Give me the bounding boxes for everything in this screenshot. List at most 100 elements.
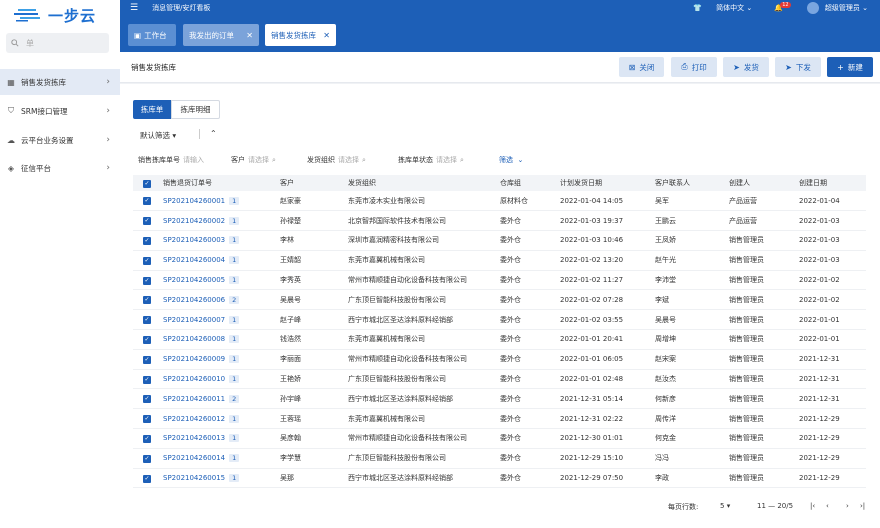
tab-my-orders[interactable]: 我发出的订单 ✕ <box>183 24 259 46</box>
order-code-link[interactable]: SP202104260010 <box>163 375 225 383</box>
order-code-link[interactable]: SP202104260003 <box>163 236 225 244</box>
row-checkbox[interactable]: ✓ <box>133 210 159 232</box>
customer-cell: 孙禄楚 <box>276 210 344 232</box>
row-checkbox[interactable]: ✓ <box>133 408 159 430</box>
order-code-link[interactable]: SP202104260015 <box>163 474 225 482</box>
shirt-icon[interactable]: 👕 <box>693 4 702 12</box>
last-page-icon[interactable]: ›| <box>860 502 865 510</box>
language-select[interactable]: 简体中文 ⌄ <box>716 3 752 13</box>
new-button[interactable]: + 新建 <box>827 57 873 77</box>
sidebar-search[interactable]: 单 <box>6 33 109 53</box>
subtab-pick-order[interactable]: 拣库单 <box>133 100 171 119</box>
avatar[interactable] <box>806 2 819 14</box>
sidebar-item-credit[interactable]: ◈ 征信平台 › <box>0 155 120 181</box>
column-header[interactable]: 销售退货订单号 <box>159 175 276 191</box>
table-row[interactable]: ✓ SP202104260008 1 钱浩然 东莞市嘉翼机械有限公司 委外仓 2022-01… <box>133 329 866 350</box>
subtab-pick-detail[interactable]: 拣库明细 <box>171 100 220 119</box>
user-menu[interactable]: 超级管理员 ⌄ <box>825 3 868 13</box>
tab-workbench[interactable]: ▣ 工作台 <box>128 24 176 46</box>
collapse-icon[interactable]: ⌃ <box>210 129 217 138</box>
row-checkbox[interactable]: ✓ <box>133 270 159 291</box>
close-icon[interactable]: ✕ <box>246 31 253 40</box>
rows-per-page-select[interactable]: 5 ▾ <box>720 502 730 510</box>
order-code-cell: SP202104260013 1 <box>159 428 276 449</box>
order-code-link[interactable]: SP202104260013 <box>163 434 225 442</box>
column-header[interactable]: 仓库组 <box>496 175 556 191</box>
filter-org[interactable]: 发货组织 请选择 ⌕ <box>307 155 366 165</box>
table-row[interactable]: ✓ SP202104260007 1 赵子峰 西宁市城北区圣达涂料原料经销部 委外仓 202… <box>133 309 866 331</box>
row-checkbox[interactable]: ✓ <box>133 329 159 350</box>
column-header[interactable]: 客户 <box>276 175 344 191</box>
count-badge: 1 <box>229 454 240 463</box>
close-icon[interactable]: ✕ <box>323 31 330 40</box>
order-code-link[interactable]: SP202104260012 <box>163 415 225 423</box>
row-checkbox[interactable]: ✓ <box>133 468 159 489</box>
filter-status[interactable]: 拣库单状态 请选择 ⌕ <box>398 155 464 165</box>
order-code-link[interactable]: SP202104260006 <box>163 296 225 304</box>
order-code-link[interactable]: SP202104260005 <box>163 276 225 284</box>
filter-preset-select[interactable]: 默认筛选 ▾ <box>140 130 176 141</box>
bell-icon[interactable]: 🔔 12 <box>774 2 791 12</box>
order-code-link[interactable]: SP202104260009 <box>163 355 225 363</box>
table-row[interactable]: ✓ SP202104260001 1 赵家豪 东莞市凌木实业有限公司 原材料仓 2022-0… <box>133 191 866 212</box>
column-header[interactable]: 计划发货日期 <box>556 175 651 191</box>
table-row[interactable]: ✓ SP202104260015 1 吴那 西宁市城北区圣达涂料原料经销部 委外仓 2021… <box>133 468 866 489</box>
search-input[interactable]: 单 <box>26 38 34 49</box>
table-row[interactable]: ✓ SP202104260006 2 吴晨号 广东顶巨智能科技股份有限公司 委外仓 2022… <box>133 289 866 311</box>
row-checkbox[interactable]: ✓ <box>133 230 159 251</box>
filter-toggle-link[interactable]: 筛选 ⌄ <box>499 155 523 165</box>
order-code-link[interactable]: SP202104260007 <box>163 316 225 324</box>
row-checkbox[interactable]: ✓ <box>133 250 159 271</box>
table-row[interactable]: ✓ SP202104260010 1 王艳娇 广东顶巨智能科技股份有限公司 委外仓 2022… <box>133 369 866 390</box>
table-row[interactable]: ✓ SP202104260011 2 孙宇峰 西宁市城北区圣达涂料原料经销部 委外仓 202… <box>133 388 866 410</box>
column-header[interactable]: 发货组织 <box>344 175 496 191</box>
row-checkbox[interactable]: ✓ <box>133 309 159 331</box>
table-row[interactable]: ✓ SP202104260003 1 李林 深圳市嘉润精密科技有限公司 委外仓 2022-0… <box>133 230 866 251</box>
creator-cell: 销售管理员 <box>725 230 795 251</box>
row-checkbox[interactable]: ✓ <box>133 448 159 469</box>
row-checkbox[interactable]: ✓ <box>133 191 159 212</box>
row-checkbox[interactable]: ✓ <box>133 349 159 370</box>
ship-button[interactable]: ➤ 发货 <box>723 57 769 77</box>
first-page-icon[interactable]: |‹ <box>810 502 815 510</box>
row-checkbox[interactable]: ✓ <box>133 369 159 390</box>
table-row[interactable]: ✓ SP202104260005 1 李秀英 常州市精顺捷自动化设备科技有限公司 委外仓 2… <box>133 270 866 291</box>
tab-sales-pick[interactable]: 销售发货拣库 ✕ <box>265 24 336 46</box>
close-button[interactable]: ⊠ 关闭 <box>619 57 664 77</box>
table-row[interactable]: ✓ SP202104260002 1 孙禄楚 北京智邦国际软件技术有限公司 委外仓 2022… <box>133 210 866 232</box>
menu-icon[interactable]: ☰ <box>130 3 138 13</box>
sidebar-item-srm[interactable]: ⛉ SRM接口管理 › <box>0 98 120 124</box>
sidebar-item-sales-pick[interactable]: ▦ 销售发货拣库 › <box>0 69 120 95</box>
warehouse-cell: 委外仓 <box>496 329 556 350</box>
dispatch-button-label: 下发 <box>795 62 811 72</box>
row-checkbox[interactable]: ✓ <box>133 428 159 449</box>
order-code-link[interactable]: SP202104260011 <box>163 395 225 403</box>
order-code-link[interactable]: SP202104260014 <box>163 454 225 462</box>
table-row[interactable]: ✓ SP202104260009 1 李丽面 常州市精顺捷自动化设备科技有限公司 委外仓 2… <box>133 349 866 370</box>
checkbox-checked-icon: ✓ <box>143 474 151 483</box>
breadcrumb[interactable]: 消息管理/安灯看板 <box>152 3 210 13</box>
table-row[interactable]: ✓ SP202104260014 1 李学慧 广东顶巨智能科技股份有限公司 委外仓 2021… <box>133 448 866 469</box>
table-row[interactable]: ✓ SP202104260004 1 王婧韶 东莞市嘉翼机械有限公司 委外仓 2022-01… <box>133 250 866 271</box>
sidebar-item-cloud[interactable]: ☁ 云平台业务设置 › <box>0 127 120 153</box>
row-checkbox[interactable]: ✓ <box>133 388 159 410</box>
column-header[interactable]: 客户联系人 <box>651 175 725 191</box>
prev-page-icon[interactable]: ‹ <box>826 502 829 510</box>
table-row[interactable]: ✓ SP202104260012 1 王蓉瑶 东莞市嘉翼机械有限公司 委外仓 2021-12… <box>133 408 866 430</box>
order-code-link[interactable]: SP202104260004 <box>163 256 225 264</box>
order-code-link[interactable]: SP202104260008 <box>163 335 225 343</box>
select-all-checkbox[interactable]: ✓ <box>133 175 159 191</box>
table-row[interactable]: ✓ SP202104260013 1 吴彦翰 常州市精顺捷自动化设备科技有限公司 委外仓 2… <box>133 428 866 449</box>
dispatch-button[interactable]: ➤ 下发 <box>775 57 821 77</box>
order-code-link[interactable]: SP202104260002 <box>163 217 225 225</box>
column-header[interactable]: 创建人 <box>725 175 795 191</box>
row-checkbox[interactable]: ✓ <box>133 289 159 311</box>
filter-customer[interactable]: 客户 请选择 ⌕ <box>231 155 276 165</box>
order-code-link[interactable]: SP202104260001 <box>163 197 225 205</box>
print-button[interactable]: ⎙ 打印 <box>671 57 717 77</box>
customer-cell: 孙宇峰 <box>276 388 344 410</box>
column-header[interactable]: 创建日期 <box>795 175 866 191</box>
next-page-icon[interactable]: › <box>846 502 849 510</box>
filter-order-no[interactable]: 销售拣库单号 请输入 <box>138 155 204 165</box>
ship-button-label: 发货 <box>743 62 759 72</box>
